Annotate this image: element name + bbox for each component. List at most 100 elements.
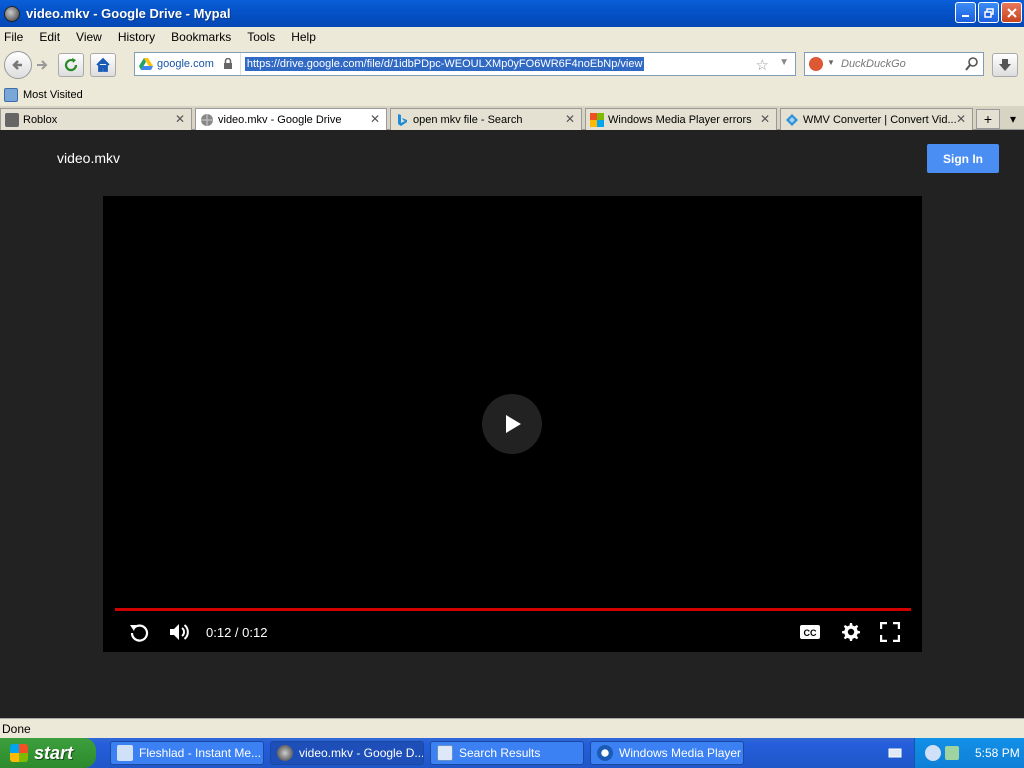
replay-button[interactable] xyxy=(127,620,151,644)
close-icon xyxy=(1006,7,1017,18)
task-fleshlad[interactable]: Fleshlad - Instant Me... xyxy=(110,741,264,765)
task-search-results[interactable]: Search Results xyxy=(430,741,584,765)
plus-icon: + xyxy=(983,111,993,127)
close-button[interactable] xyxy=(1001,2,1022,23)
home-icon xyxy=(96,57,110,72)
task-label: video.mkv - Google D... xyxy=(299,746,424,760)
restore-icon xyxy=(983,7,994,18)
url-dropdown-icon[interactable]: ▼ xyxy=(779,57,789,68)
address-bar[interactable]: google.com https://drive.google.com/file… xyxy=(134,52,796,76)
tab-close-icon[interactable]: ✕ xyxy=(175,112,185,126)
volume-tray-icon[interactable] xyxy=(945,746,959,760)
task-windows-media-player[interactable]: Windows Media Player xyxy=(590,741,744,765)
minimize-icon xyxy=(961,14,969,17)
start-button[interactable]: start xyxy=(0,738,96,768)
volume-icon xyxy=(170,624,189,640)
settings-button[interactable] xyxy=(838,620,862,644)
tab-search[interactable]: open mkv file - Search ✕ xyxy=(390,108,582,130)
tab-close-icon[interactable]: ✕ xyxy=(370,112,380,126)
navigation-toolbar: google.com https://drive.google.com/file… xyxy=(0,46,1024,84)
search-box[interactable]: ▼ DuckDuckGo xyxy=(804,52,984,76)
task-label: Windows Media Player xyxy=(619,746,742,760)
bookmark-star-icon[interactable]: ☆ xyxy=(756,56,769,74)
svg-text:CC: CC xyxy=(804,628,817,638)
tab-list-button[interactable]: ▾ xyxy=(1004,109,1022,129)
home-button[interactable] xyxy=(90,53,116,77)
site-identity-button[interactable]: google.com xyxy=(135,53,241,75)
bookmarks-toolbar: Most Visited xyxy=(0,84,1024,106)
bing-icon xyxy=(398,113,407,126)
captions-button[interactable]: CC xyxy=(798,620,822,644)
taskbar: start Fleshlad - Instant Me... video.mkv… xyxy=(0,738,1024,768)
sign-in-button[interactable]: Sign In xyxy=(927,144,999,173)
chevron-down-icon: ▾ xyxy=(1009,112,1017,126)
mypal-icon xyxy=(277,745,293,761)
restore-button[interactable] xyxy=(978,2,999,23)
tab-close-icon[interactable]: ✕ xyxy=(565,112,575,126)
downloads-button[interactable] xyxy=(992,53,1018,77)
back-button[interactable] xyxy=(4,51,32,79)
menu-bookmarks[interactable]: Bookmarks xyxy=(171,30,231,44)
replay-icon xyxy=(130,624,149,642)
task-label: Search Results xyxy=(459,746,541,760)
url-text[interactable]: https://drive.google.com/file/d/1idbPDpc… xyxy=(244,57,645,71)
most-visited-icon xyxy=(4,88,18,102)
menu-edit[interactable]: Edit xyxy=(39,30,60,44)
menu-tools[interactable]: Tools xyxy=(247,30,275,44)
start-label: start xyxy=(34,742,74,763)
lock-icon xyxy=(223,58,232,69)
task-label: Fleshlad - Instant Me... xyxy=(139,746,262,760)
status-text: Done xyxy=(2,721,31,736)
video-player[interactable]: 0:12 / 0:12 CC xyxy=(103,196,922,652)
closed-captions-icon: CC xyxy=(800,625,820,639)
file-name-title: video.mkv xyxy=(57,150,121,166)
reload-button[interactable] xyxy=(58,53,84,77)
fullscreen-icon xyxy=(880,622,900,642)
forward-button[interactable] xyxy=(32,53,52,77)
task-video-mkv[interactable]: video.mkv - Google D... xyxy=(270,741,424,765)
search-engine-dropdown-icon[interactable]: ▼ xyxy=(827,58,835,67)
tab-windows-media-player-errors[interactable]: Windows Media Player errors ✕ xyxy=(585,108,777,130)
tab-close-icon[interactable]: ✕ xyxy=(956,112,966,126)
search-input[interactable]: DuckDuckGo xyxy=(841,58,906,70)
tab-wmv-converter[interactable]: WMV Converter | Convert Vid... ✕ xyxy=(780,108,973,130)
play-button[interactable] xyxy=(482,394,542,454)
tab-strip: Roblox ✕ video.mkv - Google Drive ✕ open… xyxy=(0,106,1024,131)
tab-label: Windows Media Player errors xyxy=(608,113,752,126)
page-content: video.mkv Sign In 0:12 / 0:12 CC xyxy=(0,130,1024,718)
tab-google-drive[interactable]: video.mkv - Google Drive ✕ xyxy=(195,108,387,131)
minimize-button[interactable] xyxy=(955,2,976,23)
menu-view[interactable]: View xyxy=(76,30,102,44)
menu-history[interactable]: History xyxy=(118,30,155,44)
progress-bar[interactable] xyxy=(115,608,911,611)
menu-file[interactable]: File xyxy=(4,30,23,44)
search-icon[interactable] xyxy=(965,56,979,72)
roblox-icon xyxy=(5,112,19,127)
tab-roblox[interactable]: Roblox ✕ xyxy=(0,108,192,130)
tab-close-icon[interactable]: ✕ xyxy=(760,112,770,126)
new-tab-button[interactable]: + xyxy=(976,109,1000,129)
window-controls xyxy=(955,2,1022,23)
fullscreen-button[interactable] xyxy=(878,620,902,644)
download-arrow-icon xyxy=(999,59,1011,71)
system-tray: 5:58 PM xyxy=(914,738,1024,768)
keyboard-icon[interactable] xyxy=(888,746,902,760)
status-bar: Done xyxy=(0,718,1024,738)
window-title-bar[interactable]: video.mkv - Google Drive - Mypal xyxy=(0,0,1024,27)
playback-time: 0:12 / 0:12 xyxy=(206,625,268,640)
site-identity-label: google.com xyxy=(157,58,214,70)
back-arrow-icon xyxy=(12,60,22,70)
network-users-icon[interactable] xyxy=(925,745,941,761)
play-icon xyxy=(506,415,521,433)
media-player-icon xyxy=(597,745,613,761)
tab-label: Roblox xyxy=(23,113,58,126)
messenger-icon xyxy=(117,745,133,761)
clock[interactable]: 5:58 PM xyxy=(975,746,1020,760)
menu-help[interactable]: Help xyxy=(291,30,316,44)
duckduckgo-icon[interactable] xyxy=(809,57,823,71)
volume-button[interactable] xyxy=(167,620,193,644)
forward-arrow-icon xyxy=(37,60,48,70)
window-title: video.mkv - Google Drive - Mypal xyxy=(26,6,231,21)
most-visited-bookmark[interactable]: Most Visited xyxy=(23,89,83,101)
globe-icon xyxy=(201,114,213,126)
